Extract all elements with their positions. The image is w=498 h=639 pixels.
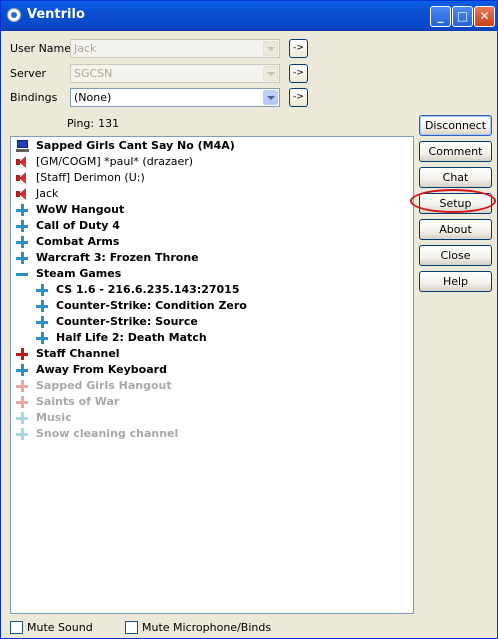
user-name-label: User Name bbox=[10, 42, 72, 55]
server-value: SGCSN bbox=[74, 67, 113, 80]
plus-icon[interactable] bbox=[16, 236, 28, 248]
pink-plus-icon[interactable] bbox=[16, 396, 28, 408]
user-name-value: Jack bbox=[74, 42, 97, 55]
ventrilo-app-icon bbox=[7, 8, 21, 22]
red-plus-icon[interactable] bbox=[16, 348, 28, 360]
plus-icon[interactable] bbox=[36, 300, 48, 312]
light-plus-icon[interactable] bbox=[16, 412, 28, 424]
bindings-label: Bindings bbox=[10, 91, 58, 104]
close-window-button[interactable]: ✕ bbox=[474, 6, 495, 27]
server-icon bbox=[16, 140, 29, 152]
plus-icon[interactable] bbox=[16, 204, 28, 216]
chevron-down-icon bbox=[263, 66, 278, 81]
server-label: Server bbox=[10, 67, 47, 80]
plus-icon[interactable] bbox=[36, 332, 48, 344]
light-plus-icon[interactable] bbox=[16, 428, 28, 440]
help-button[interactable]: Help bbox=[419, 271, 492, 292]
plus-icon[interactable] bbox=[36, 316, 48, 328]
user-name-combo[interactable]: Jack bbox=[70, 39, 280, 58]
annotation-circle bbox=[410, 189, 496, 213]
mute-sound-label: Mute Sound bbox=[27, 621, 93, 634]
window-title: Ventrilo bbox=[27, 7, 85, 22]
chevron-down-icon bbox=[263, 41, 278, 56]
plus-icon[interactable] bbox=[16, 364, 28, 376]
channel-tree[interactable]: Sapped Girls Cant Say No (M4A) [GM/COGM]… bbox=[10, 136, 414, 614]
disconnect-button[interactable]: Disconnect bbox=[419, 115, 492, 136]
ping-label: Ping: bbox=[67, 117, 95, 130]
comment-button[interactable]: Comment bbox=[419, 141, 492, 162]
maximize-button[interactable]: □ bbox=[452, 6, 473, 27]
pink-plus-icon[interactable] bbox=[16, 380, 28, 392]
chat-button[interactable]: Chat bbox=[419, 167, 492, 188]
server-edit-button[interactable]: -> bbox=[289, 64, 308, 83]
about-button[interactable]: About bbox=[419, 219, 492, 240]
mute-microphone-checkbox[interactable] bbox=[125, 621, 138, 634]
mute-microphone-label: Mute Microphone/Binds bbox=[142, 621, 272, 634]
speaker-icon bbox=[16, 156, 28, 168]
speaker-icon bbox=[16, 172, 28, 184]
plus-icon[interactable] bbox=[16, 252, 28, 264]
ping-readout: Ping: 131 bbox=[67, 117, 119, 130]
chevron-down-icon bbox=[263, 90, 278, 105]
ventrilo-window: Ventrilo _ □ ✕ User Name Jack -> Server … bbox=[0, 0, 498, 639]
minus-icon[interactable] bbox=[16, 268, 28, 280]
bindings-edit-button[interactable]: -> bbox=[289, 88, 308, 107]
user-name-edit-button[interactable]: -> bbox=[289, 39, 308, 58]
plus-icon[interactable] bbox=[16, 220, 28, 232]
minimize-button[interactable]: _ bbox=[430, 6, 451, 27]
bindings-combo[interactable]: (None) bbox=[70, 88, 280, 107]
bindings-value: (None) bbox=[74, 91, 112, 104]
title-bar[interactable]: Ventrilo _ □ ✕ bbox=[1, 1, 497, 31]
plus-icon[interactable] bbox=[36, 284, 48, 296]
mute-sound-checkbox[interactable] bbox=[10, 621, 23, 634]
server-combo[interactable]: SGCSN bbox=[70, 64, 280, 83]
ping-value: 131 bbox=[98, 117, 120, 130]
close-button[interactable]: Close bbox=[419, 245, 492, 266]
speaker-icon bbox=[16, 188, 28, 200]
